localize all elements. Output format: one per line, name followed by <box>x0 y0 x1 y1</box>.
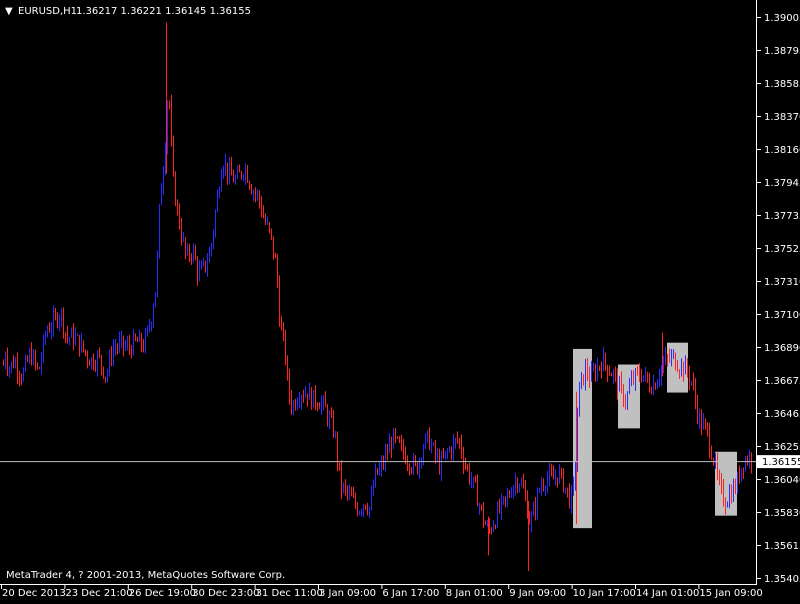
time-tick-label: 20 Dec 2013 <box>2 588 66 599</box>
time-tick-label: 30 Dec 23:00 <box>192 588 259 599</box>
symbol-label: EURUSD,H1 <box>18 6 77 17</box>
ohlc-values: 1.36217 1.36221 1.36145 1.36155 <box>76 6 251 17</box>
time-tick-label: 9 Jan 09:00 <box>509 588 566 599</box>
price-tick-label: 1.39005 <box>764 13 800 24</box>
time-tick-label: 26 Dec 19:00 <box>129 588 196 599</box>
price-tick-label: 1.35830 <box>764 508 800 519</box>
time-tick-label: 31 Dec 11:00 <box>256 588 323 599</box>
price-tick-label: 1.38370 <box>764 112 800 123</box>
price-tick-label: 1.35615 <box>764 541 800 552</box>
price-chart[interactable]: 1.39005 1.38795 1.38585 1.38370 1.38160 1.379… <box>0 0 800 600</box>
price-tick-label: 1.35405 <box>764 574 800 585</box>
price-tick-label: 1.36255 <box>764 442 800 453</box>
time-tick-label: 10 Jan 17:00 <box>573 588 636 599</box>
price-tick-label: 1.38795 <box>764 46 800 57</box>
time-tick-label: 15 Jan 09:00 <box>699 588 762 599</box>
price-tick-label: 1.37310 <box>764 277 800 288</box>
price-tick-label: 1.38160 <box>764 145 800 156</box>
time-tick-label: 3 Jan 09:00 <box>319 588 376 599</box>
price-tick-label: 1.36040 <box>764 475 800 486</box>
price-tick-label: 1.36465 <box>764 409 800 420</box>
time-tick-label: 14 Jan 01:00 <box>636 588 699 599</box>
time-tick-label: 8 Jan 01:00 <box>446 588 503 599</box>
copyright-text: MetaTrader 4, ? 2001-2013, MetaQuotes So… <box>6 570 285 581</box>
price-tick-label: 1.36890 <box>764 343 800 354</box>
price-tick-label: 1.37525 <box>764 244 800 255</box>
price-tick-label: 1.37945 <box>764 178 800 189</box>
time-tick-label: 23 Dec 21:00 <box>65 588 132 599</box>
price-tick-label: 1.36675 <box>764 376 800 387</box>
chart-menu-arrow-icon[interactable]: ▼ <box>5 6 13 17</box>
time-tick-label: 6 Jan 17:00 <box>382 588 439 599</box>
price-tick-label: 1.37100 <box>764 310 800 321</box>
chart-window[interactable]: 1.39005 1.38795 1.38585 1.38370 1.38160 1.379… <box>0 0 800 600</box>
chart-background <box>0 0 800 600</box>
price-tick-label: 1.38585 <box>764 79 800 90</box>
bid-price-label: 1.36155 <box>762 457 800 468</box>
price-tick-label: 1.37735 <box>764 211 800 222</box>
